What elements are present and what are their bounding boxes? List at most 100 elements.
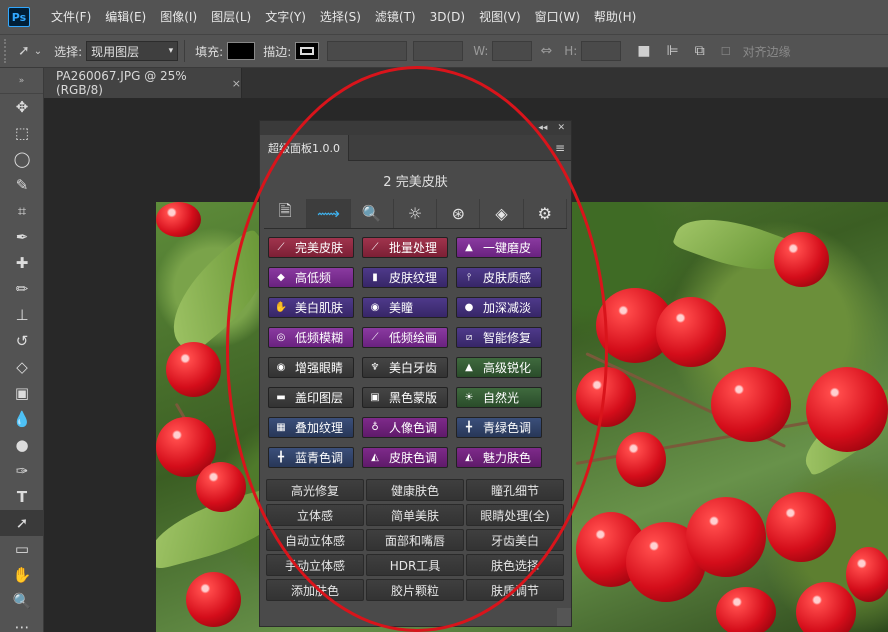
marquee-icon[interactable]: ⬚	[0, 120, 44, 146]
feature-button[interactable]: ▦ 叠加纹理	[268, 417, 354, 438]
feature-button[interactable]: ◉ 增强眼睛	[268, 357, 354, 378]
more-icon[interactable]: ⋯	[0, 614, 44, 632]
path-select-icon[interactable]: ➚	[18, 43, 30, 59]
rectangle-icon[interactable]: ▭	[0, 536, 44, 562]
pulse-icon[interactable]: ⟿	[307, 199, 351, 228]
text-button[interactable]: 牙齿美白	[466, 529, 564, 551]
feature-button[interactable]: ⟋ 批量处理	[362, 237, 448, 258]
menu-item[interactable]: 图层(L)	[204, 0, 258, 34]
feature-button[interactable]: ● 加深减淡	[456, 297, 542, 318]
text-button[interactable]: 高光修复	[266, 479, 364, 501]
checkbox-icon[interactable]: ☐	[721, 45, 731, 58]
feature-button[interactable]: ⧄ 智能修复	[456, 327, 542, 348]
eyedropper-icon[interactable]: ✒	[0, 224, 44, 250]
link-icon[interactable]: ⇔	[540, 43, 552, 59]
feature-button[interactable]: ♁ 人像色调	[362, 417, 448, 438]
feature-button[interactable]: ⫯ 皮肤质感	[456, 267, 542, 288]
stroke-style-field[interactable]	[413, 41, 464, 61]
panel-resize-handle[interactable]	[557, 608, 571, 626]
feature-button[interactable]: ╋ 蓝青色调	[268, 447, 354, 468]
blur-icon[interactable]: 💧	[0, 406, 44, 432]
stroke-swatch[interactable]	[295, 42, 320, 60]
path-alignment-icon[interactable]: ⊫	[667, 43, 679, 59]
close-icon[interactable]: ✕	[557, 123, 565, 133]
path-select-icon[interactable]: ➚	[0, 510, 44, 536]
feature-button[interactable]: ◆ 高低频	[268, 267, 354, 288]
text-button[interactable]: 肤质调节	[466, 579, 564, 601]
search-icon[interactable]: 🔍	[350, 199, 394, 228]
text-button[interactable]: 简单美肤	[366, 504, 464, 526]
hand-icon[interactable]: ✋	[0, 562, 44, 588]
text-button[interactable]: 胶片颗粒	[366, 579, 464, 601]
menu-item[interactable]: 选择(S)	[313, 0, 368, 34]
text-button[interactable]: 健康肤色	[366, 479, 464, 501]
select-dropdown[interactable]: 现用图层 ▾	[86, 41, 179, 61]
feature-button[interactable]: ╋ 青绿色调	[456, 417, 542, 438]
feature-button[interactable]: ◉ 美瞳	[362, 297, 448, 318]
diamond-icon[interactable]: ◈	[480, 199, 524, 228]
type-icon[interactable]: T	[0, 484, 44, 510]
text-button[interactable]: 添加肤色	[266, 579, 364, 601]
history-brush-icon[interactable]: ↺	[0, 328, 44, 354]
pen-icon[interactable]: ✑	[0, 458, 44, 484]
feature-button[interactable]: ▣ 黑色蒙版	[362, 387, 448, 408]
height-field[interactable]	[581, 41, 622, 61]
gradient-icon[interactable]: ▣	[0, 380, 44, 406]
crop-icon[interactable]: ⌗	[0, 198, 44, 224]
feature-button[interactable]: ▬ 盖印图层	[268, 387, 354, 408]
feature-button[interactable]: ▲ 高级锐化	[456, 357, 542, 378]
toolbar-collapse-icon[interactable]: »	[0, 68, 43, 94]
stroke-width-field[interactable]	[327, 41, 408, 61]
text-button[interactable]: 瞳孔细节	[466, 479, 564, 501]
text-button[interactable]: 眼睛处理(全)	[466, 504, 564, 526]
menu-item[interactable]: 帮助(H)	[587, 0, 643, 34]
feature-button[interactable]: ◭ 皮肤色调	[362, 447, 448, 468]
settings-icon[interactable]: ⚙	[523, 199, 567, 228]
feature-button[interactable]: ▮ 皮肤纹理	[362, 267, 448, 288]
fill-swatch[interactable]	[227, 42, 256, 60]
zoom-icon[interactable]: 🔍	[0, 588, 44, 614]
text-button[interactable]: 立体感	[266, 504, 364, 526]
document-tab[interactable]: PA260067.JPG @ 25%(RGB/8) ×	[44, 68, 242, 98]
feature-button[interactable]: ⟋ 完美皮肤	[268, 237, 354, 258]
eraser-icon[interactable]: ◇	[0, 354, 44, 380]
text-button[interactable]: 面部和嘴唇	[366, 529, 464, 551]
path-arrangement-icon[interactable]: ⧉	[695, 43, 705, 59]
width-field[interactable]	[492, 41, 533, 61]
menu-item[interactable]: 文字(Y)	[258, 0, 313, 34]
panel-title-tab[interactable]: 超级面板1.0.0	[260, 134, 349, 161]
brush-icon[interactable]: ✏	[0, 276, 44, 302]
feature-button[interactable]: ◭ 魅力肤色	[456, 447, 542, 468]
close-icon[interactable]: ×	[232, 77, 241, 90]
circles-icon[interactable]: ⊛	[437, 199, 481, 228]
move-icon[interactable]: ✥	[0, 94, 44, 120]
feature-button[interactable]: ◎ 低频模糊	[268, 327, 354, 348]
text-button[interactable]: 手动立体感	[266, 554, 364, 576]
menu-item[interactable]: 文件(F)	[44, 0, 98, 34]
document-icon[interactable]: 🗎	[264, 199, 308, 228]
chevron-down-icon[interactable]: ⌄	[34, 46, 42, 57]
menu-item[interactable]: 编辑(E)	[98, 0, 153, 34]
panel-menu-icon[interactable]: ≡	[555, 141, 565, 155]
menu-item[interactable]: 滤镜(T)	[368, 0, 423, 34]
feature-button[interactable]: ♆ 美白牙齿	[362, 357, 448, 378]
menu-item[interactable]: 3D(D)	[423, 0, 472, 34]
dodge-icon[interactable]: ●	[0, 432, 44, 458]
text-button[interactable]: 自动立体感	[266, 529, 364, 551]
path-operations-icon[interactable]: ■	[637, 43, 650, 59]
collapse-icon[interactable]: ◂◂	[538, 123, 547, 133]
feature-button[interactable]: ☀ 自然光	[456, 387, 542, 408]
quick-select-icon[interactable]: ✎	[0, 172, 44, 198]
lasso-icon[interactable]: ◯	[0, 146, 44, 172]
menu-item[interactable]: 视图(V)	[472, 0, 528, 34]
menu-item[interactable]: 图像(I)	[153, 0, 204, 34]
feature-button[interactable]: ⟋ 低频绘画	[362, 327, 448, 348]
text-button[interactable]: 肤色选择	[466, 554, 564, 576]
feature-button[interactable]: ▲ 一键磨皮	[456, 237, 542, 258]
feature-button[interactable]: ✋ 美白肌肤	[268, 297, 354, 318]
clone-stamp-icon[interactable]: ⊥	[0, 302, 44, 328]
light-icon[interactable]: ☼	[393, 199, 438, 228]
menu-item[interactable]: 窗口(W)	[528, 0, 587, 34]
text-button[interactable]: HDR工具	[366, 554, 464, 576]
options-grip[interactable]	[4, 39, 10, 63]
